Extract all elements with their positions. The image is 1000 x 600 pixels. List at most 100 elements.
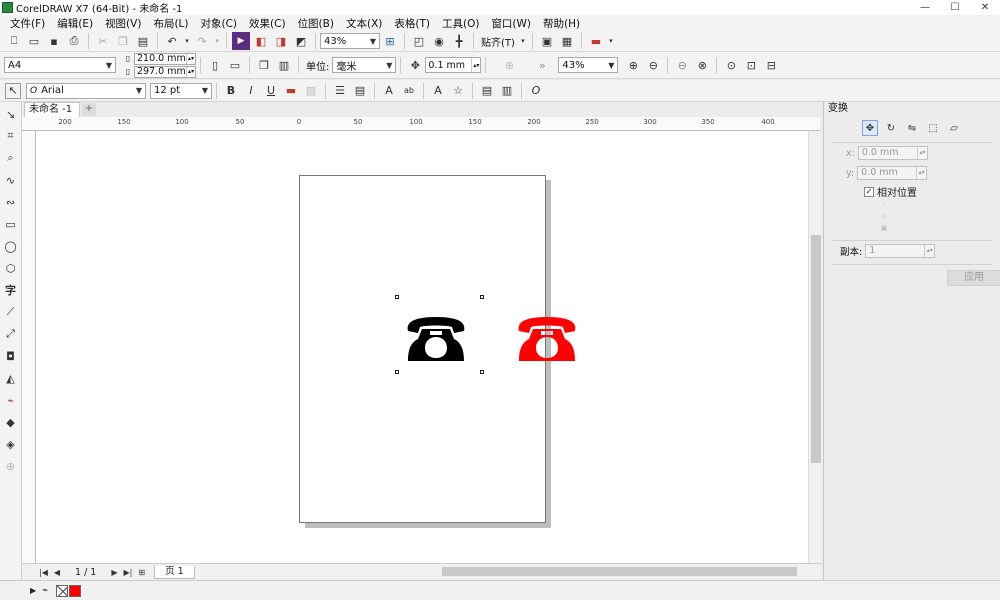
copies-input[interactable]: 1 ▴▾ [865,244,936,258]
zoom-in-icon[interactable]: ⊕ [624,56,642,74]
export-icon[interactable]: ◨ [272,32,290,50]
add-tool-icon[interactable]: ⊕ [2,456,20,476]
relative-position-checkbox[interactable]: ✓ [864,186,874,197]
drawing-canvas[interactable] [36,131,808,563]
telephone-black-icon[interactable] [404,315,468,363]
paper-size-combo[interactable]: A4 ▼ [4,57,116,73]
menu-object[interactable]: 对象(C) [195,16,244,31]
zoom-out-icon[interactable]: ⊖ [644,56,662,74]
all-pages-icon[interactable]: ❐ [255,56,273,74]
spinner-arrows-icon[interactable]: ▴▾ [186,53,195,64]
redo-icon[interactable]: ↷ [193,32,211,50]
show-rulers-icon[interactable]: ◰ [410,32,428,50]
selection-handle[interactable] [480,295,484,299]
drop-cap-icon[interactable]: ▤ [351,82,369,100]
anchor-bottom-center-icon[interactable]: ▣ [878,222,890,234]
eyedropper-palette-icon[interactable]: ⌁ [42,585,48,596]
menu-effects[interactable]: 效果(C) [243,16,292,31]
italic-icon[interactable]: I [242,82,260,100]
vertical-scrollbar[interactable] [808,131,822,563]
no-color-swatch[interactable] [56,584,69,597]
import-icon[interactable]: ◧ [252,32,270,50]
search-content-icon[interactable]: ▶ [232,32,250,50]
eyedropper-tool-icon[interactable]: ⌁ [2,390,20,410]
menu-help[interactable]: 帮助(H) [537,16,586,31]
menu-bitmaps[interactable]: 位图(B) [292,16,340,31]
snap-to-label[interactable]: 贴齐(T) [481,34,515,49]
new-document-icon[interactable]: ⎕ [5,32,23,50]
text-tool-icon[interactable]: 字 [2,280,20,300]
close-button[interactable]: ✕ [970,0,1000,15]
artistic-media-icon[interactable]: ∾ [2,192,20,212]
welcome-screen-icon[interactable]: ▣ [538,32,556,50]
anchor-middle-left-icon[interactable]: ◦ [866,210,878,222]
first-page-icon[interactable]: |◀ [39,568,48,577]
horizontal-scroll-thumb[interactable] [442,567,797,576]
vertical-scroll-thumb[interactable] [811,235,821,463]
menu-view[interactable]: 视图(V) [99,16,147,31]
transparency-tool-icon[interactable]: ◭ [2,368,20,388]
rotate-mode-icon[interactable]: ↻ [883,120,899,136]
menu-edit[interactable]: 编辑(E) [51,16,99,31]
add-page-icon[interactable]: ⊕ [500,56,518,74]
next-page-icon[interactable]: ▶ [111,568,117,577]
selection-handle[interactable] [395,370,399,374]
rectangle-tool-icon[interactable]: ▭ [2,214,20,234]
save-icon[interactable]: ▪ [45,32,63,50]
skew-mode-icon[interactable]: ▱ [946,120,962,136]
paste-icon[interactable]: ▤ [134,32,152,50]
menu-window[interactable]: 窗口(W) [485,16,537,31]
menu-layout[interactable]: 布局(L) [147,16,194,31]
palette-arrow-icon[interactable]: ▶ [30,586,36,595]
red-color-swatch[interactable] [69,584,82,597]
cut-icon[interactable]: ✂ [94,32,112,50]
options-icon[interactable]: ▦ [558,32,576,50]
freehand-tool-icon[interactable]: ∿ [2,170,20,190]
new-tab-icon[interactable]: + [82,103,96,116]
zoom-selected-icon[interactable]: ⊖ [673,56,691,74]
ellipse-tool-icon[interactable]: ◯ [2,236,20,256]
horizontal-text-icon[interactable]: A [429,82,447,100]
portrait-icon[interactable]: ▯ [206,56,224,74]
paper-height-input[interactable]: 297.0 mm ▴▾ [134,65,196,78]
zoom-page-height-icon[interactable]: ⊟ [762,56,780,74]
horizontal-ruler[interactable]: 200 150 100 50 0 50 100 150 200 250 300 … [22,117,820,131]
x-position-input[interactable]: 0.0 mm ▴▾ [857,146,928,160]
add-page-nav-icon[interactable]: ⊞ [138,568,145,577]
position-mode-icon[interactable]: ✥ [862,120,878,136]
telephone-red-icon[interactable] [515,315,579,363]
application-launcher-icon[interactable]: ▬ [587,32,605,50]
anchor-top-center-icon[interactable]: ◦ [878,198,890,210]
anchor-top-left-icon[interactable]: ◦ [866,198,878,210]
text-background-icon[interactable]: ▨ [302,82,320,100]
spinner-arrows-icon[interactable]: ▴▾ [916,167,926,179]
parallel-dimension-icon[interactable]: ⟋ [2,302,20,322]
show-grid-icon[interactable]: ◉ [430,32,448,50]
underline-icon[interactable]: U [262,82,280,100]
zoom-all-objects-icon[interactable]: ⊗ [693,56,711,74]
spinner-arrows-icon[interactable]: ▴▾ [471,58,480,72]
maximize-button[interactable]: ☐ [940,0,970,15]
selection-handle[interactable] [480,370,484,374]
current-page-icon[interactable]: ▥ [275,56,293,74]
shape-tool-icon[interactable]: ↘ [2,104,20,124]
print-icon[interactable]: ⎙ [65,32,83,50]
bullet-list-icon[interactable]: ☰ [331,82,349,100]
interactive-fill-icon[interactable]: ◆ [2,412,20,432]
document-tab[interactable]: 未命名 -1 [24,102,80,117]
polygon-tool-icon[interactable]: ⬡ [2,258,20,278]
undo-dropdown-icon[interactable]: ▾ [183,32,191,50]
horizontal-scrollbar[interactable] [432,566,808,577]
bold-icon[interactable]: B [222,82,240,100]
menu-table[interactable]: 表格(T) [388,16,436,31]
show-guidelines-icon[interactable]: ╋ [450,32,468,50]
drop-shadow-icon[interactable]: ◘ [2,346,20,366]
anchor-top-right-icon[interactable]: ◦ [890,198,902,210]
zoom-level-combo[interactable]: 43% ▼ [320,33,380,49]
copy-icon[interactable]: ❐ [114,32,132,50]
menu-tools[interactable]: 工具(O) [436,16,485,31]
anchor-bottom-left-icon[interactable]: ◦ [866,222,878,234]
vertical-columns-icon[interactable]: ▥ [498,82,516,100]
anchor-middle-right-icon[interactable]: ◦ [890,210,902,222]
spinner-arrows-icon[interactable]: ▴▾ [924,245,934,257]
